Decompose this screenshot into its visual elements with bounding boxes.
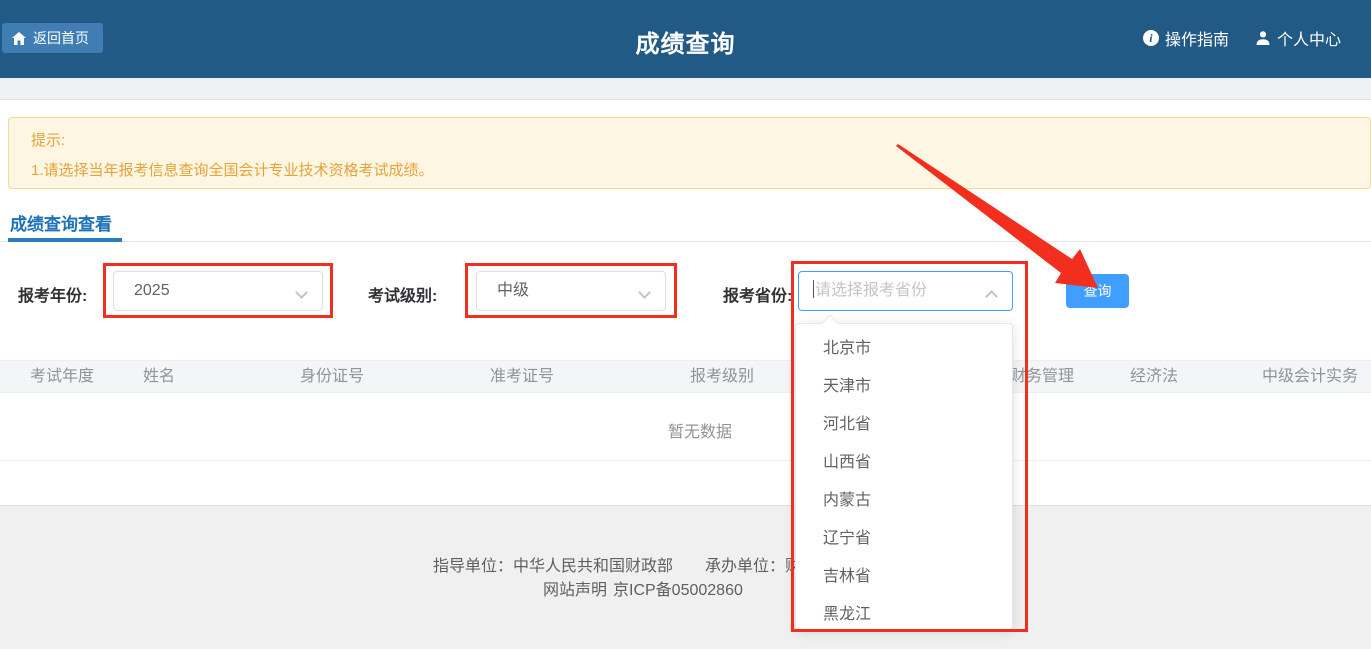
year-select[interactable]: 2025 <box>113 271 323 311</box>
personal-center-link[interactable]: 个人中心 <box>1255 26 1341 50</box>
info-icon: i <box>1143 30 1159 46</box>
sub-header-strip <box>0 78 1371 100</box>
chevron-down-icon <box>638 286 651 299</box>
table-column-header: 中级会计实务 <box>1262 361 1358 392</box>
score-query-page: 返回首页 成绩查询 i 操作指南 个人中心 提示: 1.请选择当年报考信息查询全… <box>0 0 1371 649</box>
notice-line: 1.请选择当年报考信息查询全国会计专业技术资格考试成绩。 <box>31 159 434 180</box>
chevron-down-icon <box>295 286 308 299</box>
guide-link[interactable]: i 操作指南 <box>1143 26 1229 50</box>
province-option[interactable]: 内蒙古 <box>796 482 1012 520</box>
tab-active-underline <box>8 238 122 242</box>
guide-label: 操作指南 <box>1165 26 1229 50</box>
table-column-header: 考试年度 <box>30 361 94 392</box>
chevron-up-icon <box>985 290 998 303</box>
tab-divider-line <box>0 241 1371 242</box>
header-links: i 操作指南 个人中心 <box>1143 26 1341 50</box>
table-column-header: 姓名 <box>143 361 175 392</box>
notice-title: 提示: <box>31 129 65 150</box>
province-label: 报考省份: <box>723 282 792 306</box>
tab-score-query-view[interactable]: 成绩查询查看 <box>10 210 112 235</box>
province-option[interactable]: 辽宁省 <box>796 520 1012 558</box>
province-option[interactable]: 天津市 <box>796 368 1012 406</box>
text-caret <box>813 280 814 298</box>
table-column-header: 准考证号 <box>490 361 554 392</box>
table-column-header: 报考级别 <box>690 361 754 392</box>
province-option[interactable]: 河北省 <box>796 406 1012 444</box>
user-icon <box>1255 30 1271 46</box>
level-select[interactable]: 中级 <box>476 271 666 311</box>
query-button[interactable]: 查询 <box>1066 274 1129 308</box>
icp-number: 京ICP备05002860 <box>613 576 743 600</box>
table-empty-text: 暂无数据 <box>668 418 732 442</box>
province-option[interactable]: 山西省 <box>796 444 1012 482</box>
table-column-header: 财务管理 <box>1010 361 1074 392</box>
personal-center-label: 个人中心 <box>1277 26 1341 50</box>
header-bar: 返回首页 成绩查询 i 操作指南 个人中心 <box>0 0 1371 78</box>
year-label: 报考年份: <box>18 282 87 306</box>
province-select[interactable]: 请选择报考省份 <box>798 271 1013 311</box>
footer-sponsor-line: 指导单位：中华人民共和国财政部 承办单位：财 <box>433 552 801 576</box>
table-bottom-border <box>0 460 1371 461</box>
province-option[interactable]: 北京市 <box>796 330 1012 368</box>
site-statement-link[interactable]: 网站声明 <box>543 576 607 600</box>
level-select-value: 中级 <box>497 282 529 299</box>
province-option[interactable]: 黑龙江 <box>796 596 1012 630</box>
province-select-placeholder: 请选择报考省份 <box>815 282 927 299</box>
footer: 指导单位：中华人民共和国财政部 承办单位：财 网站声明 京ICP备0500286… <box>0 505 1371 649</box>
province-option-list: 北京市天津市河北省山西省内蒙古辽宁省吉林省黑龙江 <box>796 324 1012 630</box>
province-dropdown-panel: 北京市天津市河北省山西省内蒙古辽宁省吉林省黑龙江 <box>795 323 1013 630</box>
table-header-row: 考试年度 姓名 身份证号 准考证号 报考级别 财务管理 经济法 中级会计实务 <box>0 360 1371 393</box>
year-select-value: 2025 <box>134 282 170 299</box>
level-label: 考试级别: <box>368 282 437 306</box>
table-column-header: 身份证号 <box>300 361 364 392</box>
notice-box: 提示: 1.请选择当年报考信息查询全国会计专业技术资格考试成绩。 <box>8 117 1371 189</box>
province-option[interactable]: 吉林省 <box>796 558 1012 596</box>
table-column-header: 经济法 <box>1130 361 1178 392</box>
